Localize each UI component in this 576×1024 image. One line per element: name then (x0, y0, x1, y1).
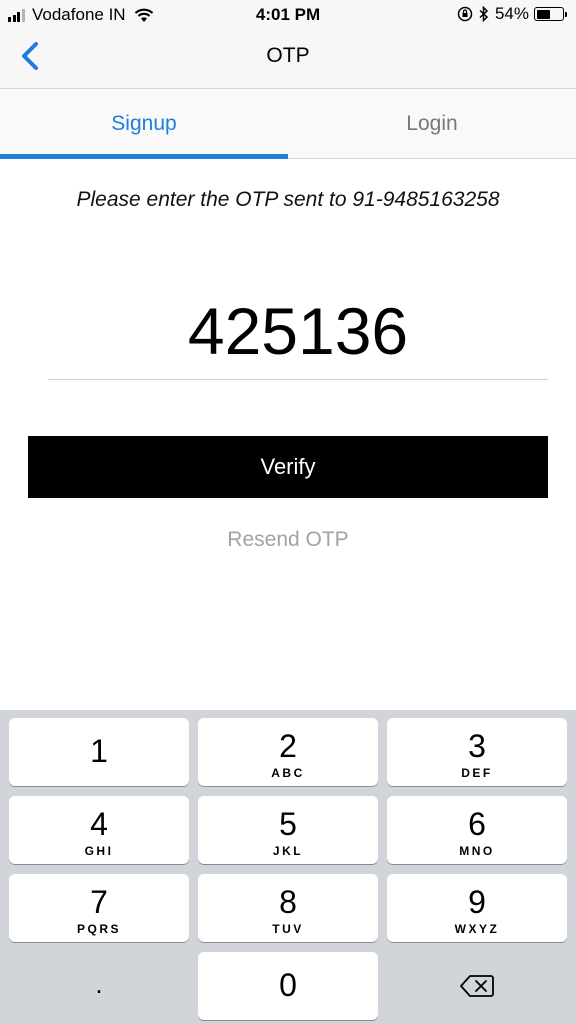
key-digit: 0 (279, 967, 297, 1003)
resend-otp-link[interactable]: Resend OTP (0, 528, 576, 552)
key-digit: 8 (279, 884, 297, 920)
key-digit: 6 (468, 806, 486, 842)
bluetooth-icon (479, 6, 489, 22)
key-6[interactable]: 6 MNO (387, 796, 567, 864)
key-digit: 5 (279, 806, 297, 842)
nav-bar: OTP (0, 30, 576, 89)
otp-input[interactable] (48, 282, 548, 380)
otp-instruction: Please enter the OTP sent to 91-94851632… (76, 188, 500, 211)
key-0[interactable]: 0 (198, 952, 378, 1020)
key-digit: 4 (90, 806, 108, 842)
key-1[interactable]: 1 (9, 718, 189, 786)
key-8[interactable]: 8 TUV (198, 874, 378, 942)
tab-login[interactable]: Login (288, 90, 576, 158)
key-dot[interactable]: . (9, 954, 189, 1022)
key-9[interactable]: 9 WXYZ (387, 874, 567, 942)
status-bar: Vodafone IN 4:01 PM 54% (0, 0, 576, 30)
page-title: OTP (266, 44, 310, 67)
key-letters: GHI (84, 844, 114, 858)
key-5[interactable]: 5 JKL (198, 796, 378, 864)
numeric-keypad: 1 2 ABC 3 DEF 4 GHI 5 JKL 6 MNO 7 PQRS 8… (0, 710, 576, 1024)
key-letters: WXYZ (454, 922, 500, 936)
delete-key[interactable] (387, 954, 567, 1022)
key-letters: PQRS (76, 922, 121, 936)
key-digit: 7 (90, 884, 108, 920)
backspace-icon (460, 975, 494, 997)
tab-signup[interactable]: Signup (0, 90, 288, 159)
key-digit: 3 (468, 728, 486, 764)
orientation-lock-icon (457, 6, 473, 22)
key-3[interactable]: 3 DEF (387, 718, 567, 786)
key-7[interactable]: 7 PQRS (9, 874, 189, 942)
key-digit: 1 (90, 733, 108, 769)
key-2[interactable]: 2 ABC (198, 718, 378, 786)
verify-button[interactable]: Verify (28, 436, 548, 498)
key-letters: DEF (461, 766, 493, 780)
key-letters: JKL (272, 844, 304, 858)
battery-icon (534, 7, 567, 21)
key-digit: 9 (468, 884, 486, 920)
key-4[interactable]: 4 GHI (9, 796, 189, 864)
key-digit: 2 (279, 728, 297, 764)
key-letters: TUV (272, 922, 304, 936)
status-right: 54% (457, 4, 567, 24)
key-letters: MNO (459, 844, 495, 858)
battery-level (536, 9, 550, 19)
key-letters: ABC (271, 766, 305, 780)
tab-bar: Signup Login (0, 90, 576, 159)
battery-percent: 54% (494, 4, 529, 23)
